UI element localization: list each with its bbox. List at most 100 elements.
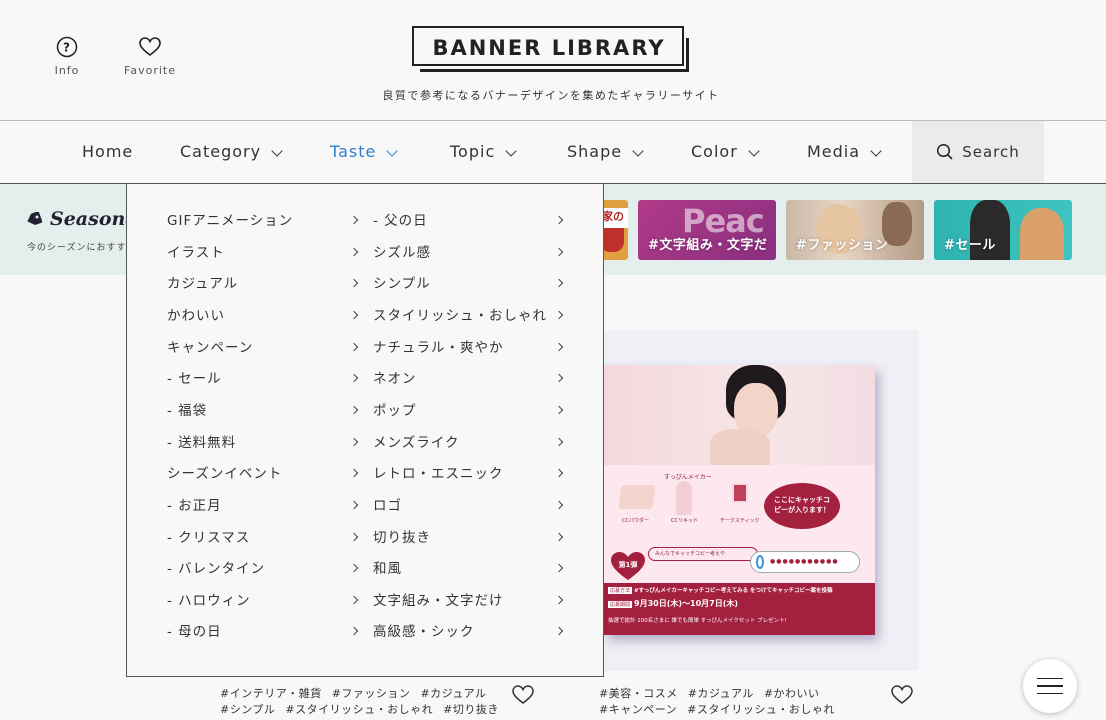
model-portrait xyxy=(704,365,794,465)
search-button[interactable]: Search xyxy=(912,121,1044,183)
dropdown-item[interactable]: キャンペーン xyxy=(167,338,253,358)
dropdown-item[interactable]: - セール xyxy=(167,369,222,389)
seasonal-thumb-2-label: #ファッション xyxy=(796,238,889,253)
taste-dropdown-menu: GIFアニメーション イラストカジュアルかわいいキャンペーン - セール - 福袋 - … xyxy=(126,184,604,677)
tag-link[interactable]: #切り抜き xyxy=(443,703,499,716)
seasonal-thumb-1[interactable]: Peac #文字組み・文字だ xyxy=(638,200,776,260)
seasonal-thumb-3-label: #セール xyxy=(944,238,996,253)
dropdown-item[interactable]: - 送料無料 xyxy=(167,433,236,453)
banner-image[interactable]: すっぴんメイカー CCパウダー CCリキッド チークスティック ここにキャッチコ… xyxy=(604,365,875,635)
site-logo[interactable]: BANNER LIBRARY xyxy=(412,26,690,72)
chevron-right-icon xyxy=(349,532,359,542)
chevron-right-icon xyxy=(554,437,564,447)
favorite-heart-icon[interactable] xyxy=(890,684,914,706)
tag-link[interactable]: #スタイリッシュ・おしゃれ xyxy=(285,703,433,716)
nav-shape[interactable]: Shape xyxy=(567,121,644,183)
banner-prompt: みんなでキャッチコピー考えや xyxy=(648,547,758,561)
dropdown-item[interactable]: メンズライク xyxy=(373,433,459,453)
info-link[interactable]: ? Info xyxy=(52,36,82,77)
chevron-right-icon xyxy=(349,310,359,320)
favorite-link[interactable]: Favorite xyxy=(120,36,180,77)
tag-link[interactable]: #カジュアル xyxy=(420,687,486,700)
tag-link[interactable]: #スタイリッシュ・おしゃれ xyxy=(687,703,835,716)
dropdown-item[interactable]: 和風 xyxy=(373,559,402,579)
chevron-right-icon xyxy=(349,342,359,352)
chevron-right-icon xyxy=(554,247,564,257)
banner-info-block: 応募方法 #すっぴんメイカーキャッチコピー考えてみる をつけてキャッチコピー案を… xyxy=(604,583,875,635)
dropdown-item[interactable]: GIFアニメーション xyxy=(167,211,293,231)
badge-text: 第1弾 xyxy=(618,561,638,569)
chevron-right-icon xyxy=(554,532,564,542)
chevron-right-icon xyxy=(349,278,359,288)
nav-color[interactable]: Color xyxy=(691,121,760,183)
chevron-right-icon xyxy=(349,405,359,415)
nav-media[interactable]: Media xyxy=(807,121,882,183)
product-label-2: CCリキッド xyxy=(670,518,698,524)
tag-link[interactable]: #キャンペーン xyxy=(599,703,677,716)
chevron-right-icon xyxy=(554,342,564,352)
seasonal-thumb-3[interactable]: #セール xyxy=(934,200,1072,260)
chevron-right-icon xyxy=(349,563,359,573)
dropdown-item[interactable]: シーズンイベント xyxy=(167,464,282,484)
favorite-heart-icon[interactable] xyxy=(511,684,535,706)
tag-link[interactable]: #シンプル xyxy=(220,703,275,716)
tag-icon xyxy=(27,212,42,225)
nav-topic[interactable]: Topic xyxy=(450,121,517,183)
nav-topic-label: Topic xyxy=(450,142,496,161)
nav-home-label: Home xyxy=(82,142,134,161)
card-1-tags: #インテリア・雑貨 #ファッション #カジュアル #シンプル #スタイリッシュ・おしゃ… xyxy=(220,686,509,718)
dropdown-item[interactable]: 切り抜き xyxy=(373,528,431,548)
dropdown-item[interactable]: ポップ xyxy=(373,401,417,421)
dropdown-item[interactable]: - お正月 xyxy=(167,496,222,516)
dropdown-item[interactable]: かわいい xyxy=(167,306,225,326)
search-label: Search xyxy=(962,143,1020,161)
tag-link[interactable]: #インテリア・雑貨 xyxy=(220,687,322,700)
dropdown-item[interactable]: ナチュラル・爽やか xyxy=(373,338,504,358)
nav-media-label: Media xyxy=(807,142,861,161)
chevron-down-icon xyxy=(632,145,644,157)
dropdown-item[interactable]: カジュアル xyxy=(167,274,238,294)
product-compact xyxy=(618,485,656,509)
row2-tag: 応募期間 xyxy=(608,601,633,608)
dropdown-item[interactable]: - 父の日 xyxy=(373,211,428,231)
tag-link[interactable]: #美容・コスメ xyxy=(599,687,678,700)
banner-input-dots: ●●●●●●●●●●● xyxy=(770,558,839,565)
search-icon xyxy=(937,143,953,160)
dropdown-item[interactable]: - バレンタイン xyxy=(167,559,265,579)
dropdown-item[interactable]: 文字組み・文字だけ xyxy=(373,591,504,611)
chevron-down-icon xyxy=(271,145,283,157)
dropdown-item[interactable]: レトロ・エスニック xyxy=(373,464,504,484)
chevron-right-icon xyxy=(349,215,359,225)
main-nav: Home Category Taste Topic Shape Color Me… xyxy=(0,121,1106,184)
tag-link[interactable]: #カジュアル xyxy=(688,687,754,700)
heart-badge: 第1弾 xyxy=(610,551,646,581)
nav-home[interactable]: Home xyxy=(82,121,133,183)
nav-category[interactable]: Category xyxy=(180,121,283,183)
dropdown-item[interactable]: - 母の日 xyxy=(167,622,222,642)
catchcopy-bubble: ここにキャッチコピーが入ります！ xyxy=(764,483,840,529)
logo-text: BANNER LIBRARY xyxy=(432,36,666,60)
row1-tag: 応募方法 xyxy=(608,587,633,594)
dropdown-item[interactable]: イラスト xyxy=(167,243,225,263)
row1-text: #すっぴんメイカーキャッチコピー考えてみる をつけてキャッチコピー案を投稿 xyxy=(634,588,833,594)
dropdown-item[interactable]: シズル感 xyxy=(373,243,431,263)
dropdown-item[interactable]: - 福袋 xyxy=(167,401,207,421)
chevron-right-icon xyxy=(349,468,359,478)
svg-text:?: ? xyxy=(63,41,71,55)
dropdown-item[interactable]: - ハロウィン xyxy=(167,591,251,611)
chevron-down-icon xyxy=(748,145,760,157)
dropdown-item[interactable]: - クリスマス xyxy=(167,528,250,548)
dropdown-item[interactable]: ネオン xyxy=(373,369,417,389)
chevron-right-icon xyxy=(554,373,564,383)
chevron-right-icon xyxy=(554,595,564,605)
dropdown-item[interactable]: ロゴ xyxy=(373,496,402,516)
tag-link[interactable]: #ファッション xyxy=(332,687,411,700)
hamburger-menu-button[interactable] xyxy=(1023,659,1077,713)
seasonal-thumb-2[interactable]: #ファッション xyxy=(786,200,924,260)
banner-brand: すっぴんメイカー xyxy=(664,474,712,481)
dropdown-item[interactable]: 高級感・シック xyxy=(373,622,475,642)
nav-taste[interactable]: Taste xyxy=(330,121,399,183)
dropdown-item[interactable]: スタイリッシュ・おしゃれ xyxy=(373,306,547,326)
dropdown-item[interactable]: シンプル xyxy=(373,274,431,294)
tag-link[interactable]: #かわいい xyxy=(764,687,820,700)
